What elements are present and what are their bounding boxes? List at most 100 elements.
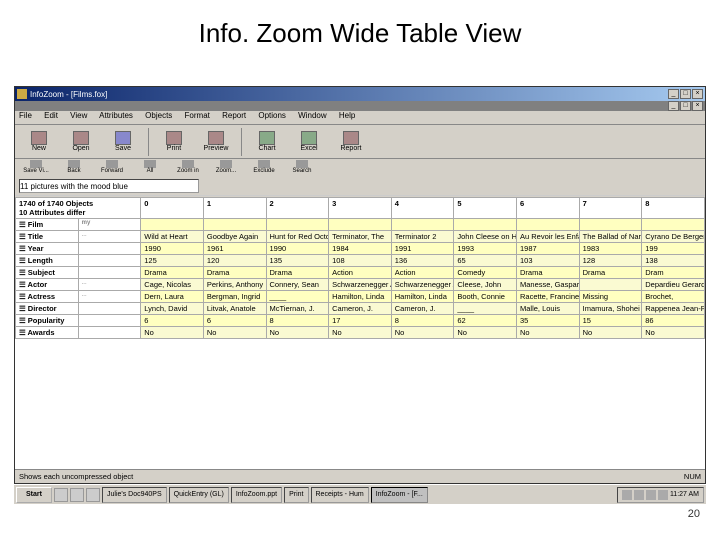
data-cell[interactable]: 17	[329, 315, 392, 327]
menu-view[interactable]: View	[70, 111, 87, 120]
data-cell[interactable]: No	[391, 327, 454, 339]
exclude-button[interactable]: Exclude	[247, 160, 281, 176]
data-cell[interactable]: Au Revoir les Enfants	[517, 231, 580, 243]
data-cell[interactable]: 86	[642, 315, 705, 327]
data-cell[interactable]: 8	[266, 315, 329, 327]
data-cell[interactable]: Cage, Nicolas	[141, 279, 204, 291]
data-cell[interactable]: Racette, Francine	[517, 291, 580, 303]
data-cell[interactable]: Comedy	[454, 267, 517, 279]
menu-help[interactable]: Help	[339, 111, 355, 120]
data-cell[interactable]: Missing	[579, 291, 642, 303]
data-cell[interactable]: No	[266, 327, 329, 339]
data-cell[interactable]: 35	[517, 315, 580, 327]
data-cell[interactable]: No	[141, 327, 204, 339]
data-cell[interactable]	[579, 279, 642, 291]
tray-icon[interactable]	[634, 490, 644, 500]
data-cell[interactable]: 1990	[141, 243, 204, 255]
taskbar-task[interactable]: QuickEntry (GL)	[169, 487, 229, 503]
data-cell[interactable]: 103	[517, 255, 580, 267]
data-cell[interactable]: Litvak, Anatole	[203, 303, 266, 315]
data-cell[interactable]: The Ballad of Narayama	[579, 231, 642, 243]
tray-icon[interactable]	[646, 490, 656, 500]
data-cell[interactable]: 65	[454, 255, 517, 267]
chart-button[interactable]: Chart	[247, 127, 287, 157]
attr-name[interactable]: ☰ Popularity	[16, 315, 79, 327]
attr-name[interactable]: ☰ Length	[16, 255, 79, 267]
data-cell[interactable]: Drama	[203, 267, 266, 279]
data-cell[interactable]: No	[642, 327, 705, 339]
attr-name[interactable]: ☰ Title	[16, 231, 79, 243]
data-cell[interactable]	[579, 219, 642, 231]
data-cell[interactable]: Action	[329, 267, 392, 279]
data-cell[interactable]: 1993	[454, 243, 517, 255]
taskbar-task[interactable]: Julie's Doc940PS	[102, 487, 167, 503]
data-cell[interactable]: 199	[642, 243, 705, 255]
doc-close-button[interactable]: ×	[692, 101, 703, 111]
saveview-button[interactable]: Save Vi...	[19, 160, 53, 176]
data-cell[interactable]: 125	[141, 255, 204, 267]
col-num[interactable]: 4	[391, 198, 454, 219]
data-cell[interactable]: No	[517, 327, 580, 339]
data-cell[interactable]: Goodbye Again	[203, 231, 266, 243]
data-cell[interactable]: 1990	[266, 243, 329, 255]
data-cell[interactable]: Cameron, J.	[391, 303, 454, 315]
data-cell[interactable]: Action	[391, 267, 454, 279]
attr-name[interactable]: ☰ Awards	[16, 327, 79, 339]
data-cell[interactable]: No	[454, 327, 517, 339]
data-cell[interactable]: Rappenea Jean-Pau	[642, 303, 705, 315]
all-button[interactable]: All	[133, 160, 167, 176]
new-button[interactable]: New	[19, 127, 59, 157]
data-cell[interactable]: Terminator 2	[391, 231, 454, 243]
quicklaunch-icon[interactable]	[54, 488, 68, 502]
data-grid[interactable]: 1740 of 1740 Objects10 Attributes differ…	[15, 197, 705, 339]
menu-report[interactable]: Report	[222, 111, 246, 120]
data-cell[interactable]	[329, 219, 392, 231]
data-cell[interactable]: Drama	[266, 267, 329, 279]
taskbar-task[interactable]: InfoZoom - [F...	[371, 487, 428, 503]
data-cell[interactable]: Manesse, Gaspard	[517, 279, 580, 291]
tray-icon[interactable]	[622, 490, 632, 500]
taskbar-task[interactable]: InfoZoom.ppt	[231, 487, 282, 503]
doc-min-button[interactable]: _	[668, 101, 679, 111]
data-cell[interactable]: 6	[203, 315, 266, 327]
preview-button[interactable]: Preview	[196, 127, 236, 157]
data-cell[interactable]: Drama	[579, 267, 642, 279]
data-cell[interactable]	[203, 219, 266, 231]
data-cell[interactable]: Imamura, Shohei	[579, 303, 642, 315]
start-button[interactable]: Start	[16, 487, 52, 503]
tray-icon[interactable]	[658, 490, 668, 500]
menu-objects[interactable]: Objects	[145, 111, 172, 120]
data-cell[interactable]	[141, 219, 204, 231]
quicklaunch-icon[interactable]	[86, 488, 100, 502]
data-cell[interactable]: Wild at Heart	[141, 231, 204, 243]
data-cell[interactable]: 135	[266, 255, 329, 267]
data-cell[interactable]: Schwarzenegger A.	[329, 279, 392, 291]
data-cell[interactable]: Connery, Sean	[266, 279, 329, 291]
data-cell[interactable]: 62	[454, 315, 517, 327]
col-num[interactable]: 8	[642, 198, 705, 219]
data-cell[interactable]: No	[579, 327, 642, 339]
data-cell[interactable]: Bergman, Ingrid	[203, 291, 266, 303]
zoomin-button[interactable]: Zoom in	[171, 160, 205, 176]
col-num[interactable]: 7	[579, 198, 642, 219]
data-cell[interactable]	[266, 219, 329, 231]
data-cell[interactable]: Terminator, The	[329, 231, 392, 243]
forward-button[interactable]: Forward	[95, 160, 129, 176]
data-cell[interactable]: John Cleese on How to Irritate People	[454, 231, 517, 243]
zoomout-button[interactable]: Zoom...	[209, 160, 243, 176]
col-num[interactable]: 5	[454, 198, 517, 219]
data-cell[interactable]: 1983	[579, 243, 642, 255]
data-cell[interactable]: Brochet,	[642, 291, 705, 303]
data-cell[interactable]: 138	[642, 255, 705, 267]
data-cell[interactable]: 15	[579, 315, 642, 327]
data-cell[interactable]: 128	[579, 255, 642, 267]
data-cell[interactable]: No	[203, 327, 266, 339]
data-cell[interactable]: No	[329, 327, 392, 339]
attr-name[interactable]: ☰ Actor	[16, 279, 79, 291]
data-cell[interactable]: 1961	[203, 243, 266, 255]
data-cell[interactable]: Dern, Laura	[141, 291, 204, 303]
data-cell[interactable]: Booth, Connie	[454, 291, 517, 303]
data-cell[interactable]: Drama	[517, 267, 580, 279]
data-cell[interactable]: Drama	[141, 267, 204, 279]
data-cell[interactable]: 1991	[391, 243, 454, 255]
